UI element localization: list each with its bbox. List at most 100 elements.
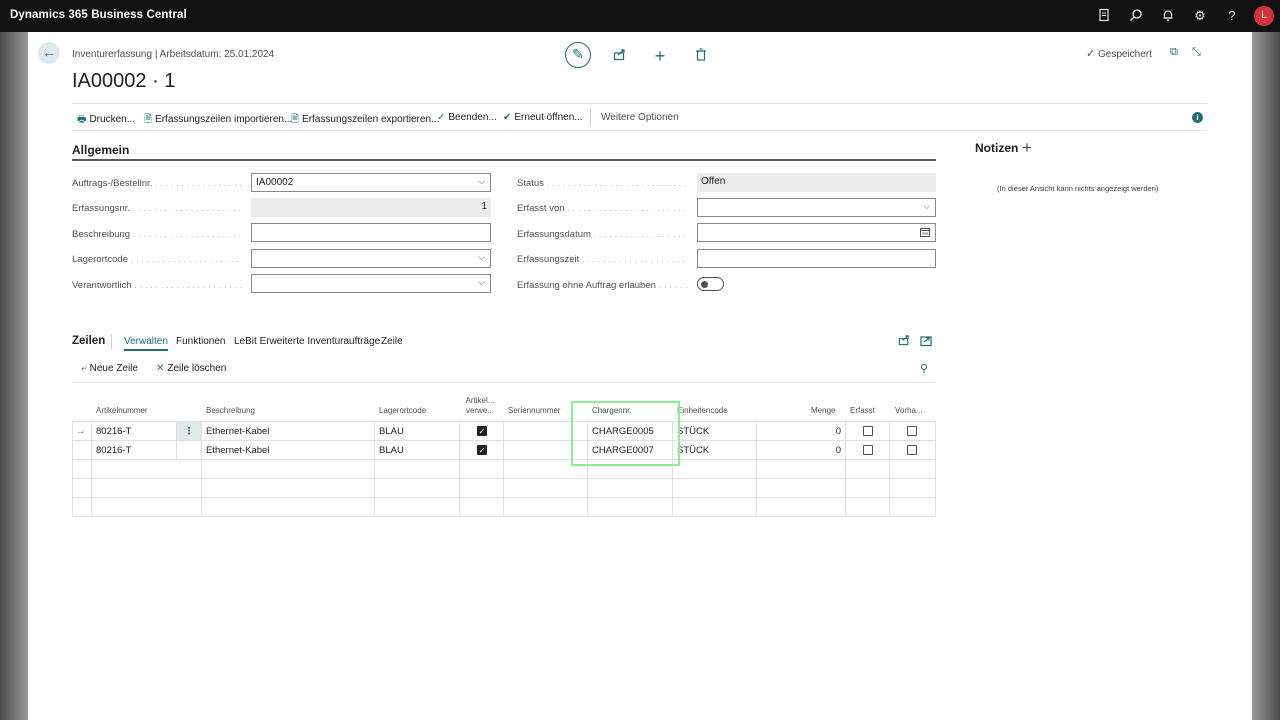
col-header-description[interactable]: Beschreibung — [206, 406, 255, 415]
empty-cell — [757, 479, 846, 497]
cell-recorded — [846, 441, 890, 459]
item-used-checkbox[interactable]: ✓ — [477, 426, 487, 436]
col-header-serial[interactable]: Seriennummer — [508, 406, 560, 415]
export-lines-button[interactable]: 🗎 Erfassungszeilen exportieren... — [291, 112, 439, 129]
empty-table-row[interactable] — [72, 460, 936, 479]
app-title: Dynamics 365 Business Central — [10, 9, 187, 21]
cell-description[interactable]: Ethernet-Kabel — [202, 441, 375, 459]
help-icon[interactable]: ? — [1224, 8, 1240, 24]
print-label: Drucken... — [89, 114, 136, 125]
lines-toolbar-divider — [72, 382, 936, 383]
tab-lebit-extended[interactable]: LeBit Erweiterte Inventuraufträge — [234, 336, 380, 347]
present-checkbox[interactable] — [907, 445, 917, 455]
collapse-icon[interactable]: ⤡ — [1192, 46, 1201, 59]
empty-cell — [202, 460, 375, 478]
present-checkbox[interactable] — [907, 426, 917, 436]
empty-cell — [92, 498, 202, 516]
table-row[interactable]: 80216-T Ethernet-Kabel BLAU ✓ CHARGE0007… — [72, 441, 936, 460]
avatar[interactable]: L — [1254, 6, 1274, 26]
recording-date-field[interactable] — [697, 223, 936, 242]
recorded-by-field[interactable]: ⌵ — [697, 198, 936, 217]
cell-unit[interactable]: STÜCK — [673, 422, 757, 440]
printer-icon: 🖶 — [77, 114, 87, 125]
label-recording-date: Erfassungsdatum — [517, 229, 687, 240]
row-menu-icon[interactable]: ⋮ — [177, 422, 202, 440]
allow-without-order-toggle[interactable] — [697, 277, 724, 291]
import-lines-label: Erfassungszeilen importieren... — [155, 114, 293, 125]
col-header-location[interactable]: Lagerortcode — [379, 406, 426, 415]
col-header-recorded[interactable]: Erfasst — [850, 406, 875, 415]
back-arrow-icon[interactable]: ← — [38, 42, 60, 64]
reopen-button[interactable]: ✔ Erneut öffnen... — [503, 112, 583, 123]
empty-table-row[interactable] — [72, 479, 936, 498]
item-used-checkbox[interactable]: ✓ — [477, 445, 487, 455]
section-title-general[interactable]: Allgemein — [72, 143, 129, 157]
chevron-down-icon[interactable]: ⌵ — [478, 252, 485, 263]
section-title-lines[interactable]: Zeilen — [72, 335, 105, 347]
document-icon[interactable] — [1096, 8, 1112, 24]
description-field[interactable] — [251, 223, 491, 242]
tab-functions[interactable]: Funktionen — [176, 336, 225, 347]
cell-item-no[interactable]: 80216-T — [92, 441, 177, 459]
recorded-checkbox[interactable] — [863, 445, 873, 455]
chevron-down-icon[interactable]: ⌵ — [478, 277, 485, 288]
cell-location[interactable]: BLAU — [375, 422, 460, 440]
col-header-present[interactable]: Vorha... — [895, 406, 923, 415]
edit-pencil-icon[interactable]: ✎ — [565, 42, 591, 68]
responsible-field[interactable]: ⌵ — [251, 274, 491, 293]
add-note-icon[interactable]: + — [1022, 138, 1032, 158]
cell-item-no[interactable]: 80216-T — [92, 422, 177, 440]
finish-button[interactable]: ✓ Beenden... — [437, 112, 497, 123]
grid-left-border — [72, 421, 73, 516]
empty-cell — [846, 460, 890, 478]
tab-line[interactable]: Zeile — [381, 336, 403, 347]
chevron-down-icon[interactable]: ⌵ — [478, 176, 485, 187]
recording-time-field[interactable] — [697, 249, 936, 268]
table-row[interactable]: → 80216-T ⋮ Ethernet-Kabel BLAU ✓ CHARGE… — [72, 422, 936, 441]
location-code-field[interactable]: ⌵ — [251, 249, 491, 268]
bell-icon[interactable] — [1160, 8, 1176, 24]
col-header-item-used[interactable]: Artikel... verwe... — [464, 396, 496, 416]
chevron-down-icon[interactable]: ⌵ — [923, 201, 930, 212]
add-icon[interactable]: + — [648, 44, 672, 68]
info-icon[interactable]: i — [1192, 112, 1203, 123]
label-recording-no: Erfassungsnr. — [72, 203, 242, 214]
row-menu-placeholder — [177, 441, 202, 459]
row-selected-arrow-icon: → — [72, 422, 92, 440]
share-lines-icon[interactable] — [898, 334, 910, 349]
calendar-icon[interactable] — [920, 227, 930, 239]
label-description: Beschreibung — [72, 229, 242, 240]
cell-description[interactable]: Ethernet-Kabel — [202, 422, 375, 440]
empty-cell — [92, 460, 202, 478]
import-lines-button[interactable]: 🗎 Erfassungszeilen importieren... — [144, 112, 292, 129]
empty-cell — [846, 498, 890, 516]
search-icon[interactable] — [1128, 8, 1144, 24]
cell-quantity[interactable]: 0 — [757, 422, 846, 440]
cell-unit[interactable]: STÜCK — [673, 441, 757, 459]
gear-icon[interactable]: ⚙ — [1192, 8, 1208, 24]
new-line-button[interactable]: ⤶ Neue Zeile — [81, 363, 138, 374]
recorded-checkbox[interactable] — [863, 426, 873, 436]
document-export-icon: 🗎 — [291, 114, 300, 125]
more-options-button[interactable]: Weitere Optionen — [601, 112, 679, 123]
col-header-quantity[interactable]: Menge — [811, 406, 835, 415]
cell-item-used: ✓ — [460, 441, 504, 459]
notes-empty-text: (In dieser Ansicht kann nichts angezeigt… — [997, 184, 1159, 193]
col-header-unit[interactable]: Einheitencode — [677, 406, 728, 415]
col-header-item-no[interactable]: Artikelnummer — [96, 406, 148, 415]
open-new-window-icon[interactable]: ⧉ — [1170, 46, 1178, 59]
label-responsible: Verantwortlich — [72, 280, 242, 291]
expand-lines-icon[interactable] — [920, 334, 932, 352]
empty-cell — [504, 479, 588, 497]
pin-icon[interactable]: ⚲ — [920, 362, 928, 375]
delete-trash-icon[interactable] — [689, 44, 713, 68]
order-no-field[interactable]: IA00002 ⌵ — [251, 173, 491, 192]
cell-quantity[interactable]: 0 — [757, 441, 846, 459]
cell-location[interactable]: BLAU — [375, 441, 460, 459]
card-page: ← Inventurerfassung | Arbeitsdatum: 25.0… — [28, 32, 1252, 720]
delete-line-button[interactable]: ✕ Zeile löschen — [156, 363, 226, 374]
print-button[interactable]: 🖶 Drucken... — [77, 112, 135, 129]
tab-manage[interactable]: Verwalten — [124, 336, 168, 351]
share-icon[interactable] — [607, 44, 631, 68]
empty-table-row[interactable] — [72, 498, 936, 517]
